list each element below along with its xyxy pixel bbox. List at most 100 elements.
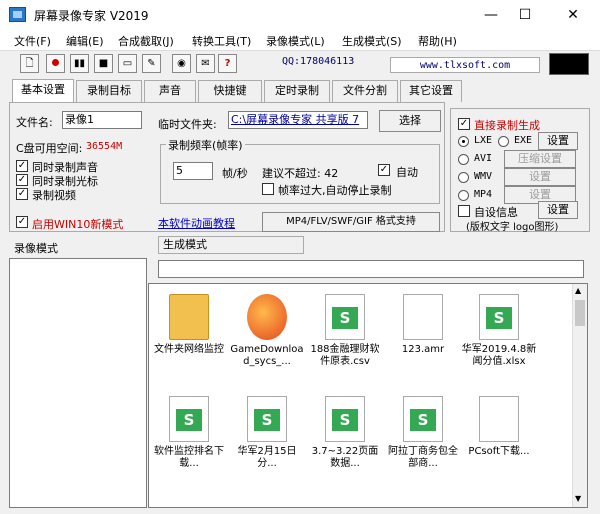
mp4-radio[interactable] [458, 190, 469, 201]
auto-stop-label: 帧率过大,自动停止录制 [278, 184, 392, 197]
browse-button[interactable]: 选择 [379, 110, 441, 132]
list-item[interactable]: 3.7~3.22页面数据... [307, 396, 383, 470]
menu-help[interactable]: 帮助(H) [418, 33, 457, 49]
auto-checkbox[interactable]: ✓ [378, 164, 390, 176]
window-icon[interactable]: ▭ [118, 54, 137, 73]
new-file-icon[interactable]: 🗋 [20, 54, 39, 73]
list-item[interactable]: PCsoft下载... [461, 396, 537, 458]
brush-icon[interactable]: ✎ [142, 54, 161, 73]
website-link[interactable]: www.tlxsoft.com [390, 57, 540, 73]
video-checkbox[interactable]: ✓ [16, 188, 28, 200]
spreadsheet-icon [169, 396, 209, 442]
lxe-label: LXE [474, 135, 493, 146]
list-item[interactable]: 阿拉丁商务包全部商... [385, 396, 461, 470]
tab-hotkeys[interactable]: 快捷键 [198, 80, 262, 102]
audio-checkbox[interactable]: ✓ [16, 160, 28, 172]
lxe-radio[interactable] [458, 136, 469, 147]
pause-icon[interactable]: ▮▮ [70, 54, 89, 73]
exe-label: EXE [514, 135, 533, 146]
list-item[interactable]: GameDownload_sycs_... [229, 294, 305, 368]
video-label: 录制视频 [32, 189, 76, 202]
game-icon [247, 294, 287, 340]
close-button[interactable]: ✕ [556, 4, 590, 26]
menu-edit[interactable]: 编辑(E) [66, 33, 104, 49]
qq-number: QQ:178046113 [282, 56, 355, 67]
window-title: 屏幕录像专家 V2019 [34, 9, 149, 23]
direct-record-checkbox[interactable]: ✓ [458, 118, 470, 130]
filename-input[interactable]: 录像1 [62, 111, 142, 129]
mp4-label: MP4 [474, 189, 493, 200]
generate-mode-header[interactable]: 生成模式 [158, 236, 304, 254]
framerate-input[interactable]: 5 [173, 162, 213, 180]
spreadsheet-icon [479, 294, 519, 340]
globe-icon[interactable]: ◉ [172, 54, 191, 73]
title-bar: 屏幕录像专家 V2019 — ☐ ✕ [0, 0, 600, 30]
maximize-button[interactable]: ☐ [508, 4, 542, 26]
file-explorer[interactable]: 文件夹​网络监控 GameDownload_sycs_... 188金融理财软件… [148, 283, 588, 508]
menu-bar: 文件(F) 编辑(E) 合成截取(J) 转换工具(T) 录像模式(L) 生成模式… [0, 30, 600, 50]
avi-radio[interactable] [458, 154, 469, 165]
stop-icon[interactable]: ■ [94, 54, 113, 73]
menu-compose[interactable]: 合成截取(J) [118, 33, 174, 49]
minimize-button[interactable]: — [474, 4, 508, 26]
auto-stop-checkbox[interactable] [262, 183, 274, 195]
filename-label: 文件名: [16, 116, 53, 129]
list-item[interactable]: 华军2月15日分... [229, 396, 305, 470]
tempdir-label: 临时文件夹: [158, 118, 217, 131]
disk-value: 36554M [86, 141, 123, 152]
wmv-label: WMV [474, 171, 493, 182]
list-item[interactable]: 华军2019.4.8新闻分值.xlsx [461, 294, 537, 368]
app-icon [9, 7, 26, 22]
list-item[interactable]: 软件监控排名下载... [151, 396, 227, 470]
disk-label: C盘可用空间: [16, 142, 83, 155]
menu-file[interactable]: 文件(F) [14, 33, 51, 49]
framerate-group-label: 录制频率(帧率) [166, 137, 245, 153]
auto-label: 自动 [396, 166, 418, 179]
path-bar[interactable] [158, 260, 584, 278]
tutorial-link[interactable]: 本软件动画教程 [158, 215, 235, 231]
spreadsheet-icon [247, 396, 287, 442]
list-item[interactable]: 文件夹​网络监控 [151, 294, 227, 356]
record-icon[interactable] [46, 54, 65, 73]
wmv-setting-button[interactable]: 设置 [504, 168, 576, 186]
tab-split[interactable]: 文件分割 [332, 80, 398, 102]
menu-generate-mode[interactable]: 生成模式(S) [342, 33, 402, 49]
tab-scheduled[interactable]: 定时录制 [264, 80, 330, 102]
menu-record-mode[interactable]: 录像模式(L) [266, 33, 325, 49]
avi-label: AVI [474, 153, 493, 164]
framerate-suggest: 建议不超过: 42 [262, 167, 339, 180]
document-icon [479, 396, 519, 442]
vertical-scrollbar[interactable]: ▲ ▼ [572, 284, 587, 507]
cursor-checkbox[interactable]: ✓ [16, 174, 28, 186]
exe-radio[interactable] [498, 136, 509, 147]
tab-other[interactable]: 其它设置 [400, 80, 462, 102]
win10-label: 启用WIN10新模式 [32, 218, 124, 231]
compress-setting-button[interactable]: 压缩设置 [504, 150, 576, 168]
custom-setting-button[interactable]: 设置 [538, 201, 578, 219]
menu-convert[interactable]: 转换工具(T) [192, 33, 251, 49]
spreadsheet-icon [325, 396, 365, 442]
scroll-up-icon[interactable]: ▲ [575, 286, 581, 295]
tab-record-target[interactable]: 录制目标 [76, 80, 142, 102]
custom-info-checkbox[interactable] [458, 205, 470, 217]
exe-setting-button[interactable]: 设置 [538, 132, 578, 150]
tab-basic[interactable]: 基本设置 [12, 79, 74, 103]
document-icon [403, 294, 443, 340]
direct-record-label: 直接录制生成 [474, 119, 540, 132]
watermark-note: (版权文字 logo图形) [466, 222, 559, 233]
list-item[interactable]: 188金融理财软件原表.csv [307, 294, 383, 368]
format-support-button[interactable]: MP4/FLV/SWF/GIF 格式支持 [262, 212, 440, 232]
wmv-radio[interactable] [458, 172, 469, 183]
record-mode-label: 录像模式 [14, 242, 58, 255]
scroll-down-icon[interactable]: ▼ [575, 494, 581, 503]
record-mode-list[interactable] [9, 258, 147, 508]
list-item[interactable]: 123.amr [385, 294, 461, 356]
spreadsheet-icon [325, 294, 365, 340]
scroll-thumb[interactable] [575, 300, 585, 326]
help-icon[interactable]: ? [218, 54, 237, 73]
tempdir-input[interactable]: C:\屏幕录像专家 共享版 7 [228, 111, 368, 129]
tab-sound[interactable]: 声音 [144, 80, 196, 102]
win10-checkbox[interactable]: ✓ [16, 216, 28, 228]
framerate-unit: 帧/秒 [222, 167, 248, 180]
gift-icon[interactable]: ✉ [196, 54, 215, 73]
